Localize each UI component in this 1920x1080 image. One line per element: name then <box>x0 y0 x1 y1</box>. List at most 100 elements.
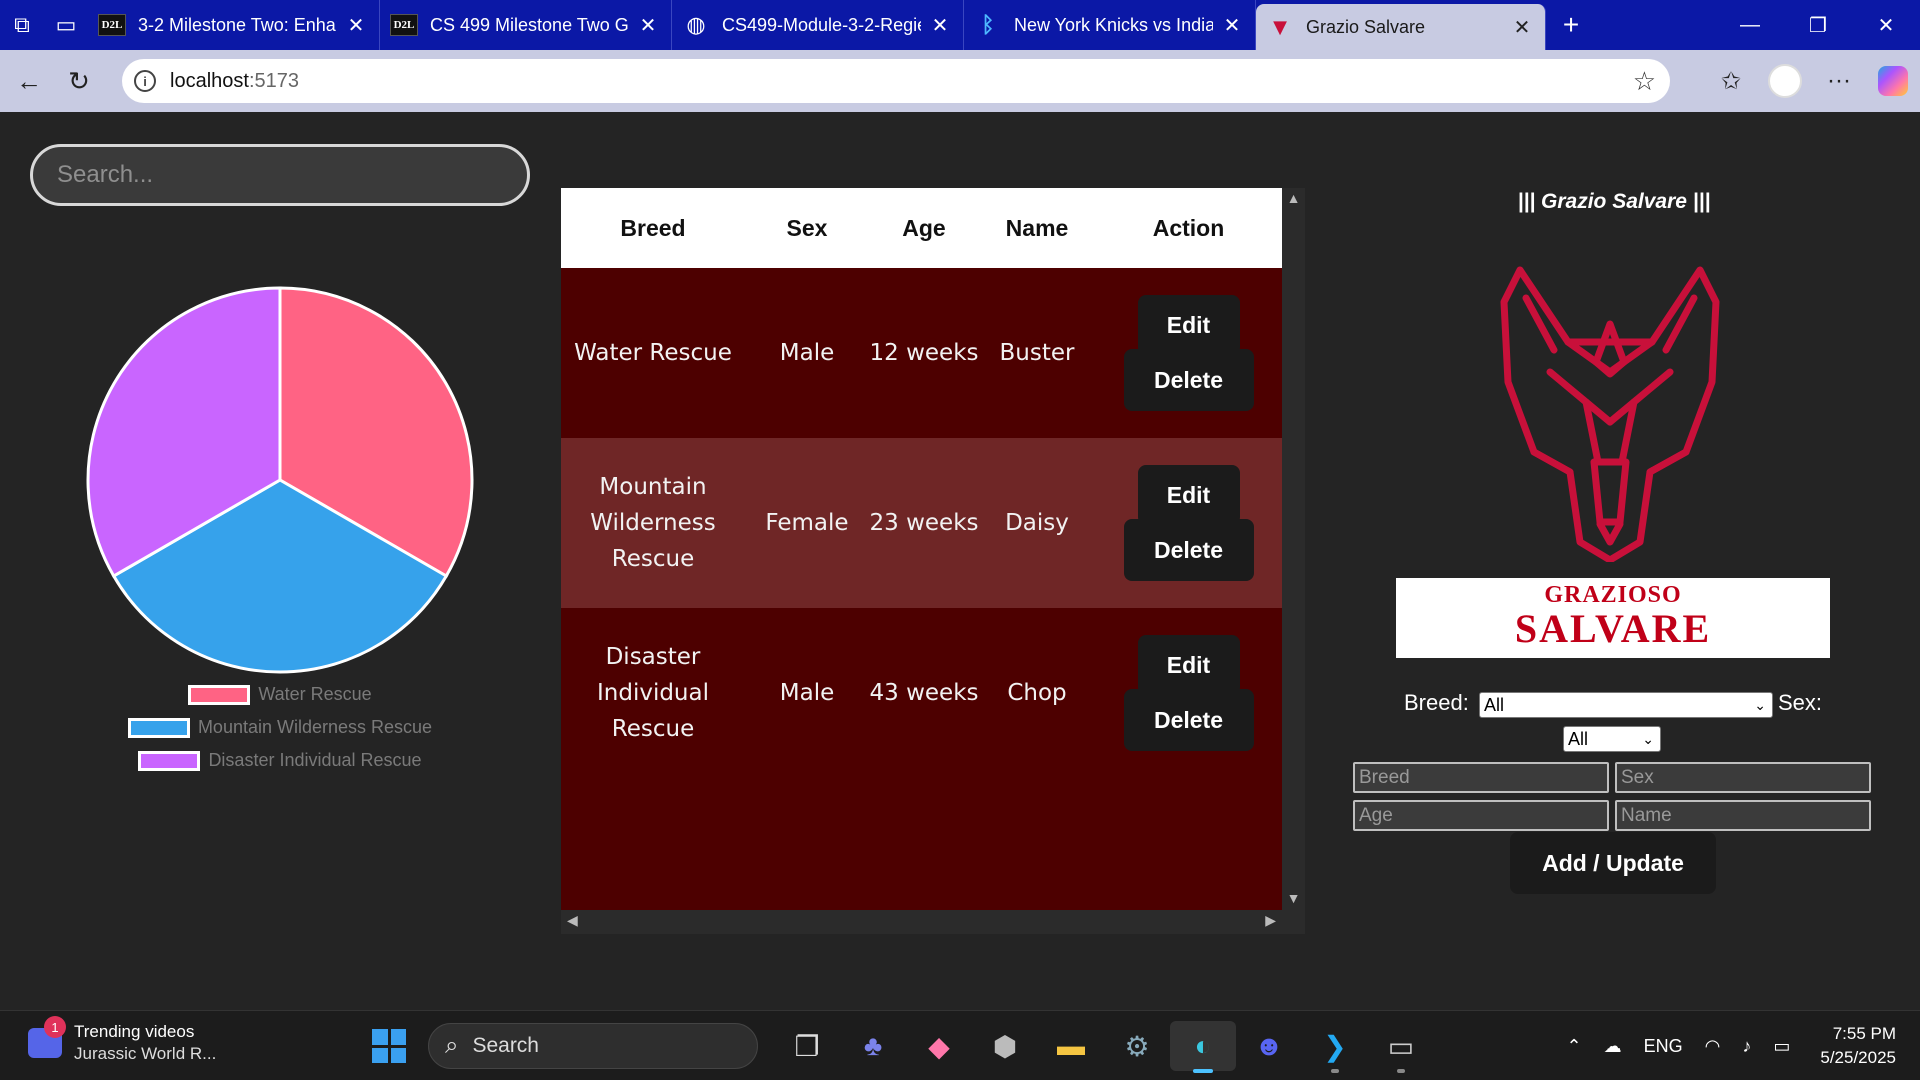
battery-icon[interactable]: ▭ <box>1773 1036 1790 1057</box>
favorite-star-icon[interactable]: ☆ <box>1633 66 1656 97</box>
breed-filter-value: All <box>1484 694 1505 715</box>
sex-filter-value: All <box>1568 728 1589 749</box>
tab-title: 3-2 Milestone Two: Enhan <box>138 14 337 35</box>
age-field[interactable] <box>1353 800 1609 831</box>
app-page: Water Rescue Mountain Wilderness Rescue Di… <box>0 112 1920 1010</box>
terminal-icon[interactable]: ▭ <box>1368 1021 1434 1073</box>
delete-button[interactable]: Delete <box>1123 689 1254 751</box>
news-subtitle: Jurassic World R... <box>74 1044 217 1063</box>
cell-actions: Edit Delete <box>1095 465 1282 581</box>
windows-start-icon[interactable] <box>372 1029 406 1063</box>
news-text: Trending videos Jurassic World R... <box>74 1021 216 1065</box>
header-age[interactable]: Age <box>869 210 979 246</box>
scroll-down-icon[interactable]: ▼ <box>1282 890 1305 906</box>
info-icon[interactable]: i <box>134 70 156 92</box>
legend-item[interactable]: Disaster Individual Rescue <box>0 744 560 777</box>
news-icon: 1 <box>28 1016 66 1058</box>
search-icon: ⌕ <box>445 1032 459 1059</box>
back-icon[interactable]: ← <box>4 56 54 106</box>
header-name[interactable]: Name <box>979 215 1095 242</box>
minimize-icon[interactable]: — <box>1716 0 1784 50</box>
onedrive-icon[interactable]: ☁ <box>1604 1036 1622 1057</box>
delete-button[interactable]: Delete <box>1123 519 1254 581</box>
discord-icon[interactable]: ☻ <box>1236 1021 1302 1071</box>
copilot-icon[interactable] <box>1878 66 1908 96</box>
restore-icon[interactable]: ❐ <box>1784 0 1852 50</box>
d2l-icon: D2L <box>98 14 126 36</box>
browser-tab-active[interactable]: ▼ Grazio Salvare ✕ <box>1256 4 1546 50</box>
cell-sex: Male <box>779 340 835 366</box>
close-icon[interactable]: ✕ <box>635 13 661 38</box>
browser-tab-2[interactable]: D2L CS 499 Milestone Two Gu ✕ <box>380 0 672 50</box>
taskbar-apps: ⌕ Search ❐ ♣ ◆ ⬢ ▬ ⚙ ◐ ☻ ❯ ▭ <box>372 1021 1434 1073</box>
copilot-app-icon[interactable]: ◆ <box>906 1021 972 1071</box>
legend-label: Mountain Wilderness Rescue <box>197 717 433 737</box>
table-viewport: Breed Sex Age Name Action Water Rescue M… <box>561 188 1282 910</box>
cell-age: 43 weeks <box>869 680 979 706</box>
sex-field[interactable] <box>1615 762 1871 793</box>
legend-label: Water Rescue <box>258 684 372 704</box>
scroll-left-icon[interactable]: ◀ <box>567 912 578 929</box>
profile-avatar[interactable] <box>1768 64 1802 98</box>
news-widget[interactable]: 1 Trending videos Jurassic World R... <box>28 1016 216 1065</box>
taskbar: 1 Trending videos Jurassic World R... ⌕ … <box>0 1010 1920 1080</box>
browser-tab-1[interactable]: D2L 3-2 Milestone Two: Enhan ✕ <box>88 0 380 50</box>
scrollbar-corner <box>1282 910 1305 934</box>
table-header-row: Breed Sex Age Name Action <box>561 188 1282 268</box>
favorites-icon[interactable]: ✩ <box>1704 67 1758 96</box>
teams-icon[interactable]: ♣ <box>840 1021 906 1071</box>
edge-icon[interactable]: ◐ <box>1170 1021 1236 1073</box>
edit-button[interactable]: Edit <box>1137 465 1240 525</box>
legend-item[interactable]: Water Rescue <box>0 678 560 711</box>
scroll-right-icon[interactable]: ▶ <box>1265 912 1276 929</box>
search-input[interactable] <box>30 144 530 206</box>
workspaces-icon[interactable]: ⧉ <box>0 0 44 50</box>
address-bar[interactable]: i localhost:5173 ☆ <box>122 59 1670 103</box>
close-icon[interactable]: ✕ <box>927 13 953 38</box>
delete-button[interactable]: Delete <box>1123 349 1254 411</box>
close-window-icon[interactable]: ✕ <box>1852 0 1920 50</box>
legend-item[interactable]: Mountain Wilderness Rescue <box>0 711 560 744</box>
table-row[interactable]: Water Rescue Male 12 weeks Buster Edit D… <box>561 268 1282 438</box>
clock[interactable]: 7:55 PM 5/25/2025 <box>1820 1022 1896 1070</box>
name-field[interactable] <box>1615 800 1871 831</box>
close-icon[interactable]: ✕ <box>1219 13 1245 38</box>
add-update-button[interactable]: Add / Update <box>1510 832 1716 894</box>
vscode-icon[interactable]: ❯ <box>1302 1021 1368 1073</box>
close-icon[interactable]: ✕ <box>343 13 369 38</box>
cell-actions: Edit Delete <box>1095 635 1282 751</box>
browser-tab-4[interactable]: ᛒ New York Knicks vs Indiar ✕ <box>964 0 1256 50</box>
chevron-up-icon[interactable]: ⌃ <box>1567 1036 1582 1057</box>
more-icon[interactable]: ··· <box>1812 67 1866 95</box>
table-row[interactable]: Mountain Wilderness Rescue Female 23 wee… <box>561 438 1282 608</box>
table-row[interactable]: Disaster Individual Rescue Male 43 weeks… <box>561 608 1282 778</box>
browser-tab-3[interactable]: ◍ CS499-Module-3-2-Regie ✕ <box>672 0 964 50</box>
taskbar-search[interactable]: ⌕ Search <box>428 1023 758 1069</box>
header-breed[interactable]: Breed <box>561 210 745 246</box>
breed-filter-select[interactable]: All ⌄ <box>1479 692 1773 718</box>
breed-pie-chart <box>80 280 480 680</box>
vertical-scrollbar[interactable]: ▲ ▼ <box>1282 188 1305 910</box>
sex-filter-select[interactable]: All ⌄ <box>1563 726 1661 752</box>
header-sex[interactable]: Sex <box>745 215 869 242</box>
cell-actions: Edit Delete <box>1095 295 1282 411</box>
scroll-up-icon[interactable]: ▲ <box>1282 190 1305 206</box>
language-indicator[interactable]: ENG <box>1644 1036 1683 1057</box>
volume-icon[interactable]: ♪ <box>1742 1036 1751 1057</box>
app-hex-icon[interactable]: ⬢ <box>972 1021 1038 1071</box>
tab-actions-icon[interactable]: ▭ <box>44 0 88 50</box>
edit-button[interactable]: Edit <box>1137 635 1240 695</box>
refresh-icon[interactable]: ↻ <box>54 56 104 106</box>
edit-button[interactable]: Edit <box>1137 295 1240 355</box>
horizontal-scrollbar[interactable]: ◀ ▶ <box>561 910 1282 934</box>
steam-icon[interactable]: ⚙ <box>1104 1021 1170 1071</box>
notification-badge: 1 <box>44 1016 66 1038</box>
wifi-icon[interactable]: ◠ <box>1705 1036 1721 1057</box>
file-explorer-icon[interactable]: ▬ <box>1038 1021 1104 1071</box>
cell-breed: Water Rescue <box>574 340 732 366</box>
task-view-icon[interactable]: ❐ <box>774 1021 840 1071</box>
breed-field[interactable] <box>1353 762 1609 793</box>
cell-breed: Mountain Wilderness Rescue <box>590 474 716 572</box>
close-icon[interactable]: ✕ <box>1509 15 1535 40</box>
new-tab-icon[interactable]: + <box>1546 9 1596 41</box>
